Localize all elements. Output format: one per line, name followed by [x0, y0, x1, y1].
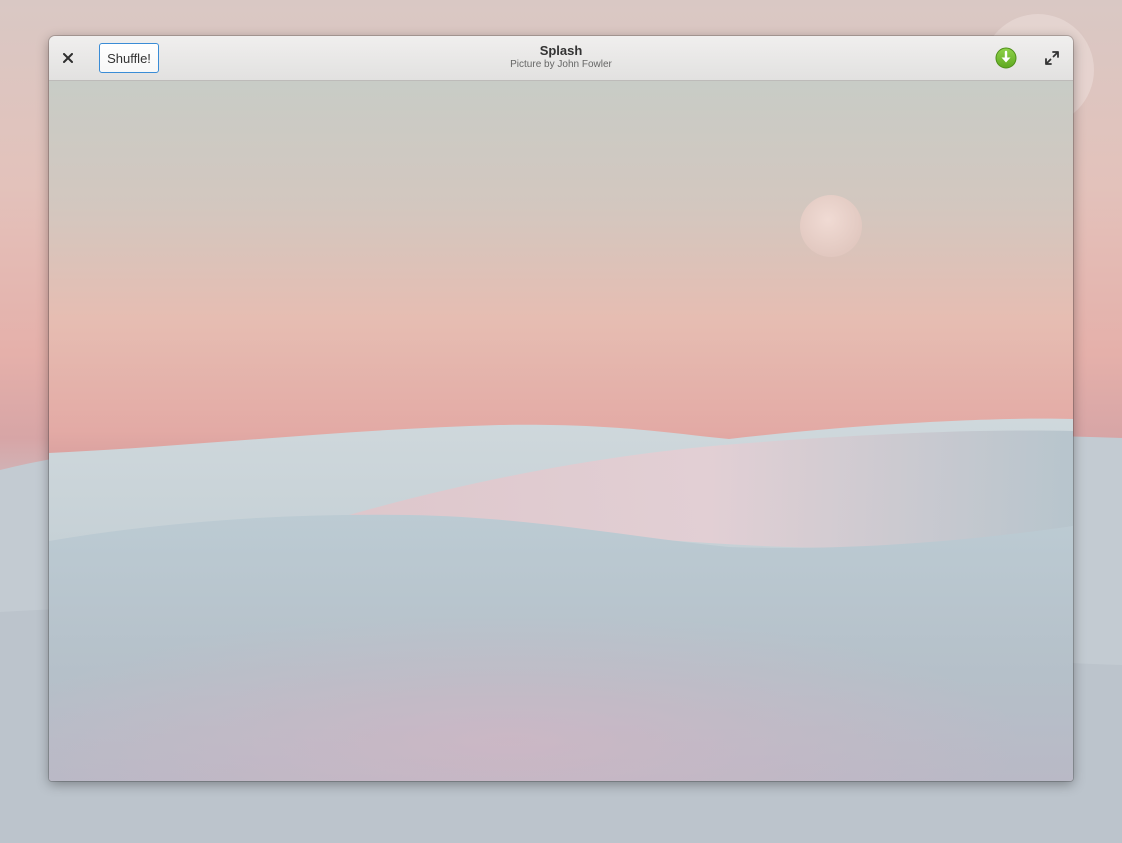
- title-block: Splash Picture by John Fowler: [49, 44, 1073, 70]
- window-subtitle: Picture by John Fowler: [510, 59, 612, 70]
- window-title: Splash: [539, 43, 583, 58]
- fullscreen-icon[interactable]: [1044, 50, 1060, 66]
- headerbar: Shuffle! Splash Picture by John Fowler: [49, 36, 1073, 81]
- moon: [800, 195, 862, 257]
- splash-window: Shuffle! Splash Picture by John Fowler: [49, 36, 1073, 781]
- wallpaper-photo: [49, 81, 1073, 781]
- download-icon[interactable]: [995, 47, 1017, 69]
